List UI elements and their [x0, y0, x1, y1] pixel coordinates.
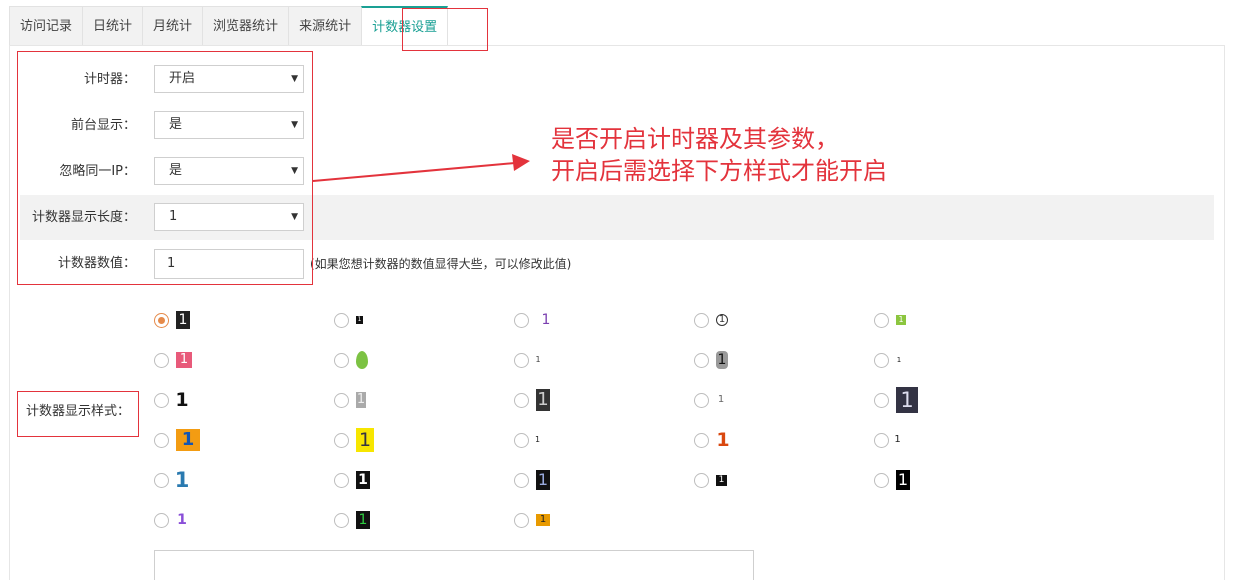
counter-style-sample: 1	[536, 514, 550, 526]
counter-style-sample: 1	[896, 470, 910, 490]
style-option[interactable]: 1	[874, 345, 902, 375]
counter-style-sample: 1	[356, 428, 374, 452]
counter-style-sample: 1	[716, 428, 730, 452]
style-option[interactable]: 1	[154, 345, 192, 375]
style-radio[interactable]	[694, 392, 709, 408]
counter-style-sample: 1	[896, 315, 906, 325]
style-radio[interactable]	[694, 432, 709, 448]
annotation-line-2: 开启后需选择下方样式才能开启	[551, 157, 887, 185]
style-radio[interactable]	[874, 392, 889, 408]
style-radio[interactable]	[334, 312, 349, 328]
style-option[interactable]: 1	[694, 425, 730, 455]
style-radio[interactable]	[514, 432, 529, 448]
style-radio[interactable]	[514, 352, 529, 368]
counter-style-sample: 1	[356, 471, 370, 489]
style-option[interactable]: 1	[514, 465, 550, 495]
style-option[interactable]: 1	[694, 345, 728, 375]
style-option[interactable]: 1	[334, 305, 363, 335]
counter-style-sample: 1	[716, 314, 728, 326]
style-option[interactable]: 1	[334, 385, 366, 415]
style-option[interactable]: 1	[334, 505, 370, 535]
style-label: 计数器显示样式：	[26, 404, 131, 419]
style-radio[interactable]	[154, 392, 169, 408]
style-radio[interactable]	[154, 512, 169, 528]
style-radio[interactable]	[334, 432, 349, 448]
style-radio[interactable]	[154, 352, 169, 368]
style-radio[interactable]	[154, 432, 169, 448]
style-radio[interactable]	[514, 392, 529, 408]
style-radio[interactable]	[874, 432, 889, 448]
style-option[interactable]: 1	[154, 305, 190, 335]
style-radio[interactable]	[334, 512, 349, 528]
style-radio[interactable]	[514, 512, 529, 528]
style-radio[interactable]	[874, 352, 889, 368]
style-radio[interactable]	[334, 352, 349, 368]
style-option[interactable]: 1	[514, 425, 541, 455]
counter-style-sample: 1	[536, 389, 550, 411]
style-option[interactable]: 1	[874, 425, 901, 455]
style-radio[interactable]	[334, 472, 349, 488]
annotation-text: 是否开启计时器及其参数， 开启后需选择下方样式才能开启	[551, 123, 887, 187]
style-option[interactable]: 1	[334, 465, 370, 495]
style-option[interactable]: 1	[154, 385, 189, 415]
style-option[interactable]	[334, 345, 368, 375]
style-radio[interactable]	[154, 472, 169, 488]
counter-style-sample: 1	[536, 311, 556, 329]
style-option[interactable]: 1	[874, 305, 906, 335]
style-option[interactable]: 1	[694, 305, 728, 335]
style-radio[interactable]	[694, 312, 709, 328]
counter-style-sample: 1	[356, 511, 370, 529]
counter-style-sample: 1	[535, 355, 541, 365]
counter-style-sample: 1	[176, 429, 200, 451]
counter-style-sample: 1	[896, 387, 918, 413]
style-preview-box[interactable]	[154, 550, 754, 580]
style-radio[interactable]	[694, 472, 709, 488]
counter-style-sample: 1	[536, 470, 550, 490]
style-option[interactable]: 1	[694, 385, 726, 415]
counter-style-sample: 1	[176, 352, 192, 368]
counter-style-sample: 1	[534, 435, 541, 445]
style-option[interactable]: 1	[154, 425, 200, 455]
counter-style-sample: 1	[716, 394, 726, 406]
style-option[interactable]: 1	[694, 465, 727, 495]
annotation-line-1: 是否开启计时器及其参数，	[551, 125, 839, 153]
style-radio[interactable]	[154, 312, 169, 328]
counter-style-sample: 1	[174, 467, 190, 493]
style-radio[interactable]	[874, 472, 889, 488]
style-radio[interactable]	[874, 312, 889, 328]
counter-style-sample: 1	[176, 511, 188, 529]
counter-style-sample: 1	[894, 434, 901, 446]
style-option[interactable]: 1	[154, 465, 190, 495]
style-radio[interactable]	[514, 312, 529, 328]
style-option[interactable]: 1	[514, 305, 556, 335]
style-option[interactable]: 1	[874, 465, 910, 495]
style-option[interactable]: 1	[514, 505, 550, 535]
style-option[interactable]: 1	[874, 385, 918, 415]
style-option[interactable]: 1	[334, 425, 374, 455]
style-radio[interactable]	[334, 392, 349, 408]
counter-style-sample: 1	[176, 311, 190, 329]
style-option[interactable]: 1	[514, 385, 550, 415]
style-option[interactable]: 1	[154, 505, 188, 535]
style-radio[interactable]	[514, 472, 529, 488]
counter-style-sample: 1	[356, 392, 366, 408]
counter-style-sample: 1	[716, 351, 728, 369]
counter-style-sample: 1	[356, 316, 363, 324]
counter-style-sample	[356, 351, 368, 369]
counter-style-sample: 1	[896, 355, 902, 365]
style-radio[interactable]	[694, 352, 709, 368]
counter-style-sample: 1	[175, 388, 189, 412]
style-option[interactable]: 1	[514, 345, 541, 375]
counter-style-sample: 1	[716, 474, 727, 486]
